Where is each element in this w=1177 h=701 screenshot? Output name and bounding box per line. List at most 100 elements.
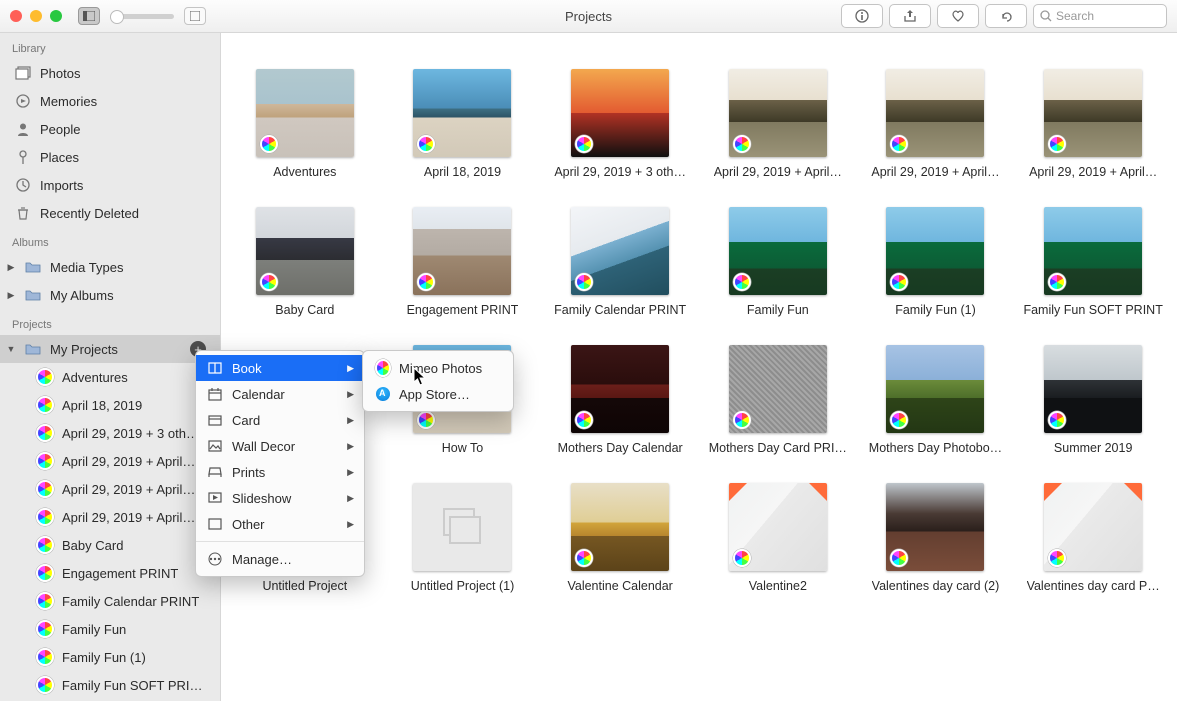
- mimeo-badge-icon: [260, 273, 278, 291]
- sidebar-toggle-button[interactable]: [78, 7, 100, 25]
- project-thumbnail: [1044, 69, 1142, 157]
- sidebar-project-item[interactable]: April 29, 2019 + April…: [0, 475, 220, 503]
- mimeo-badge-icon: [575, 135, 593, 153]
- project-thumbnail: [413, 483, 511, 571]
- project-cell[interactable]: Adventures: [231, 69, 379, 179]
- project-thumbnail: [571, 69, 669, 157]
- project-thumbnail: [1044, 207, 1142, 295]
- project-cell[interactable]: Valentines day card P…: [1019, 483, 1167, 593]
- sidebar-project-item[interactable]: April 29, 2019 + April…: [0, 503, 220, 531]
- project-cell[interactable]: Mothers Day Card PRI…: [704, 345, 852, 455]
- sidebar-project-item[interactable]: Family Fun SOFT PRINT: [0, 671, 220, 699]
- sidebar-item-label: Family Calendar PRINT: [62, 594, 199, 609]
- sidebar-project-item[interactable]: April 18, 2019: [0, 391, 220, 419]
- favorite-button[interactable]: [937, 4, 979, 28]
- window-title: Projects: [565, 9, 612, 24]
- sidebar-item-label: April 18, 2019: [62, 398, 142, 413]
- sidebar-project-item[interactable]: Family Calendar PRINT: [0, 587, 220, 615]
- submenu-arrow-icon: ▶: [347, 467, 354, 478]
- sidebar-item[interactable]: People: [0, 115, 220, 143]
- menu-item-prints[interactable]: Prints▶: [196, 459, 364, 485]
- thumbnail-size-slider[interactable]: [110, 14, 174, 19]
- sidebar-item-label: Imports: [40, 178, 83, 193]
- menu-item-other[interactable]: Other▶: [196, 511, 364, 537]
- project-cell[interactable]: April 29, 2019 + April…: [1019, 69, 1167, 179]
- aspect-toggle-button[interactable]: [184, 7, 206, 25]
- mimeo-icon: [36, 536, 54, 554]
- sidebar-project-item[interactable]: April 29, 2019 + April…: [0, 447, 220, 475]
- project-name-label: April 29, 2019 + 3 oth…: [554, 165, 686, 179]
- mimeo-badge-icon: [1048, 135, 1066, 153]
- minimize-window-button[interactable]: [30, 10, 42, 22]
- sidebar-project-item[interactable]: Family Fun: [0, 615, 220, 643]
- project-cell[interactable]: April 29, 2019 + April…: [704, 69, 852, 179]
- clock-icon: [14, 177, 32, 193]
- search-icon: [1040, 10, 1052, 22]
- sidebar-item-label: Family Fun (1): [62, 650, 146, 665]
- sidebar-project-item[interactable]: Adventures: [0, 363, 220, 391]
- sidebar-item[interactable]: Photos: [0, 59, 220, 87]
- sidebar-item[interactable]: ▼My Projects+: [0, 335, 220, 363]
- project-name-label: April 29, 2019 + April…: [871, 165, 999, 179]
- project-name-label: Mothers Day Photobo…: [869, 441, 1002, 455]
- project-cell[interactable]: Untitled Project (1): [389, 483, 537, 593]
- mimeo-badge-icon: [733, 273, 751, 291]
- menu-item-card[interactable]: Card▶: [196, 407, 364, 433]
- project-cell[interactable]: April 29, 2019 + April…: [862, 69, 1010, 179]
- submenu-item-appstore[interactable]: App Store…: [363, 381, 513, 407]
- menu-item-label: Slideshow: [232, 491, 291, 506]
- menu-item-calendar[interactable]: Calendar▶: [196, 381, 364, 407]
- mimeo-badge-icon: [733, 411, 751, 429]
- sidebar-item[interactable]: ▶Media Types: [0, 253, 220, 281]
- project-cell[interactable]: April 29, 2019 + 3 oth…: [546, 69, 694, 179]
- project-cell[interactable]: Mothers Day Photobo…: [862, 345, 1010, 455]
- rotate-button[interactable]: [985, 4, 1027, 28]
- sidebar-project-item[interactable]: Baby Card: [0, 531, 220, 559]
- memories-icon: [14, 93, 32, 109]
- project-cell[interactable]: Family Fun: [704, 207, 852, 317]
- info-button[interactable]: [841, 4, 883, 28]
- project-thumbnail: [729, 69, 827, 157]
- close-window-button[interactable]: [10, 10, 22, 22]
- sidebar-item-label: Baby Card: [62, 538, 123, 553]
- zoom-window-button[interactable]: [50, 10, 62, 22]
- project-cell[interactable]: Summer 2019: [1019, 345, 1167, 455]
- project-thumbnail: [729, 483, 827, 571]
- menu-item-walldecor[interactable]: Wall Decor▶: [196, 433, 364, 459]
- project-cell[interactable]: Family Calendar PRINT: [546, 207, 694, 317]
- project-name-label: Family Fun: [747, 303, 809, 317]
- menu-item-book[interactable]: Book▶: [196, 355, 364, 381]
- window-controls: [10, 10, 62, 22]
- disclosure-caret-icon: ▶: [6, 262, 16, 273]
- sidebar-item[interactable]: Memories: [0, 87, 220, 115]
- sidebar-project-item[interactable]: April 29, 2019 + 3 oth…: [0, 419, 220, 447]
- project-cell[interactable]: Engagement PRINT: [389, 207, 537, 317]
- sidebar-item[interactable]: Recently Deleted: [0, 199, 220, 227]
- search-field[interactable]: Search: [1033, 4, 1167, 28]
- sidebar-item[interactable]: ▶My Albums: [0, 281, 220, 309]
- sidebar-project-item[interactable]: Family Fun (1): [0, 643, 220, 671]
- menu-item-slideshow[interactable]: Slideshow▶: [196, 485, 364, 511]
- project-cell[interactable]: Family Fun (1): [862, 207, 1010, 317]
- project-cell[interactable]: Mothers Day Calendar: [546, 345, 694, 455]
- sidebar-item-label: Memories: [40, 94, 97, 109]
- project-cell[interactable]: April 18, 2019: [389, 69, 537, 179]
- project-cell[interactable]: Valentine2: [704, 483, 852, 593]
- project-cell[interactable]: Valentine Calendar: [546, 483, 694, 593]
- project-name-label: April 29, 2019 + April…: [1029, 165, 1157, 179]
- mimeo-icon: [36, 424, 54, 442]
- mimeo-badge-icon: [417, 135, 435, 153]
- project-cell[interactable]: Family Fun SOFT PRINT: [1019, 207, 1167, 317]
- sidebar-item[interactable]: Imports: [0, 171, 220, 199]
- project-cell[interactable]: Valentines day card (2): [862, 483, 1010, 593]
- project-cell[interactable]: Baby Card: [231, 207, 379, 317]
- share-button[interactable]: [889, 4, 931, 28]
- project-thumbnail: [256, 207, 354, 295]
- submenu-item-mimeo[interactable]: Mimeo Photos: [363, 355, 513, 381]
- mimeo-badge-icon: [1048, 411, 1066, 429]
- sidebar-project-item[interactable]: Engagement PRINT: [0, 559, 220, 587]
- project-thumbnail: [571, 345, 669, 433]
- sidebar-item[interactable]: Places: [0, 143, 220, 171]
- menu-item-manage[interactable]: Manage…: [196, 546, 364, 572]
- project-name-label: Mothers Day Calendar: [558, 441, 683, 455]
